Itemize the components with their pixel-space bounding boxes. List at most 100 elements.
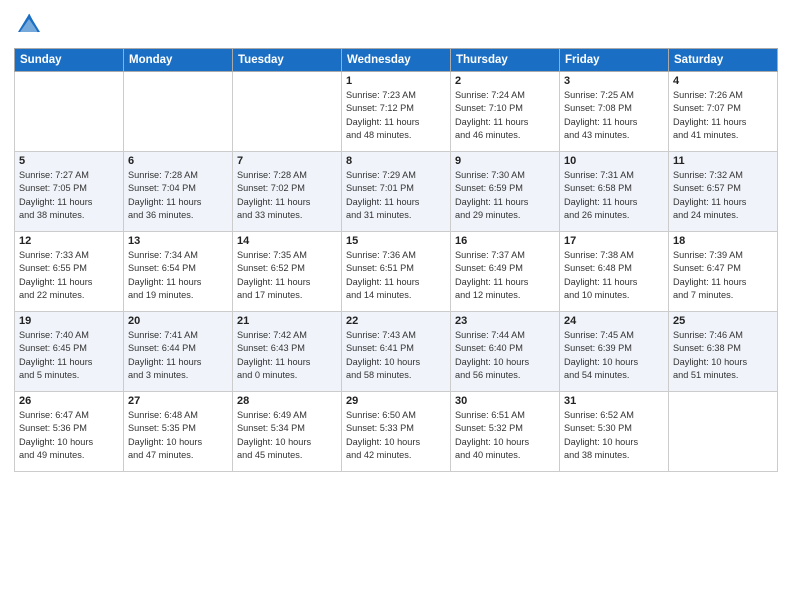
calendar-cell: 25 Sunrise: 7:46 AM Sunset: 6:38 PM Dayli… bbox=[669, 312, 778, 392]
header bbox=[14, 10, 778, 40]
day-number: 8 bbox=[346, 155, 446, 167]
calendar-cell: 2 Sunrise: 7:24 AM Sunset: 7:10 PM Daylig… bbox=[451, 72, 560, 152]
day-info: Sunrise: 6:50 AM Sunset: 5:33 PM Dayligh… bbox=[346, 409, 446, 462]
calendar-cell: 3Sunrise: 7:25 AM Sunset: 7:08 PM Daylig… bbox=[560, 72, 669, 152]
calendar-cell: 18Sunrise: 7:39 AM Sunset: 6:47 PM Dayli… bbox=[669, 232, 778, 312]
calendar-cell: 13 Sunrise: 7:34 AM Sunset: 6:54 PM Dayli… bbox=[124, 232, 233, 312]
calendar-cell: 28 Sunrise: 6:49 AM Sunset: 5:34 PM Dayli… bbox=[233, 392, 342, 472]
calendar-cell: 21 Sunrise: 7:42 AM Sunset: 6:43 PM Dayli… bbox=[233, 312, 342, 392]
calendar-cell: 30 Sunrise: 6:51 AM Sunset: 5:32 PM Dayli… bbox=[451, 392, 560, 472]
day-info: Sunrise: 6:47 AM Sunset: 5:36 PM Dayligh… bbox=[19, 409, 119, 462]
day-info: Sunrise: 7:35 AM Sunset: 6:52 PM Dayligh… bbox=[237, 249, 337, 302]
calendar-cell: 6Sunrise: 7:28 AM Sunset: 7:04 PM Daylig… bbox=[124, 152, 233, 232]
day-number: 13 bbox=[128, 235, 228, 247]
calendar-cell: 5 Sunrise: 7:27 AM Sunset: 7:05 PM Daylig… bbox=[15, 152, 124, 232]
weekday-header-thursday: Thursday bbox=[451, 49, 560, 72]
day-number: 1 bbox=[346, 75, 446, 87]
day-number: 24 bbox=[564, 315, 664, 327]
calendar-cell: 15 Sunrise: 7:36 AM Sunset: 6:51 PM Dayli… bbox=[342, 232, 451, 312]
day-info: Sunrise: 7:45 AM Sunset: 6:39 PM Dayligh… bbox=[564, 329, 664, 382]
day-info: Sunrise: 7:42 AM Sunset: 6:43 PM Dayligh… bbox=[237, 329, 337, 382]
day-number: 23 bbox=[455, 315, 555, 327]
calendar-cell bbox=[124, 72, 233, 152]
day-number: 31 bbox=[564, 395, 664, 407]
day-info: Sunrise: 7:33 AM Sunset: 6:55 PM Dayligh… bbox=[19, 249, 119, 302]
day-info: Sunrise: 6:51 AM Sunset: 5:32 PM Dayligh… bbox=[455, 409, 555, 462]
day-number: 29 bbox=[346, 395, 446, 407]
calendar-cell: 27Sunrise: 6:48 AM Sunset: 5:35 PM Dayli… bbox=[124, 392, 233, 472]
day-info: Sunrise: 6:52 AM Sunset: 5:30 PM Dayligh… bbox=[564, 409, 664, 462]
day-number: 5 bbox=[19, 155, 119, 167]
day-info: Sunrise: 7:46 AM Sunset: 6:38 PM Dayligh… bbox=[673, 329, 773, 382]
day-number: 3 bbox=[564, 75, 664, 87]
day-number: 15 bbox=[346, 235, 446, 247]
day-number: 21 bbox=[237, 315, 337, 327]
page: SundayMondayTuesdayWednesdayThursdayFrid… bbox=[0, 0, 792, 612]
weekday-header-monday: Monday bbox=[124, 49, 233, 72]
calendar-cell: 4 Sunrise: 7:26 AM Sunset: 7:07 PM Daylig… bbox=[669, 72, 778, 152]
calendar-cell: 26 Sunrise: 6:47 AM Sunset: 5:36 PM Dayli… bbox=[15, 392, 124, 472]
calendar-cell: 20Sunrise: 7:41 AM Sunset: 6:44 PM Dayli… bbox=[124, 312, 233, 392]
calendar-cell: 17 Sunrise: 7:38 AM Sunset: 6:48 PM Dayli… bbox=[560, 232, 669, 312]
day-number: 10 bbox=[564, 155, 664, 167]
calendar-cell bbox=[233, 72, 342, 152]
day-number: 26 bbox=[19, 395, 119, 407]
calendar-cell: 8 Sunrise: 7:29 AM Sunset: 7:01 PM Daylig… bbox=[342, 152, 451, 232]
day-number: 28 bbox=[237, 395, 337, 407]
calendar-week-row: 5 Sunrise: 7:27 AM Sunset: 7:05 PM Daylig… bbox=[15, 152, 778, 232]
calendar-cell: 24 Sunrise: 7:45 AM Sunset: 6:39 PM Dayli… bbox=[560, 312, 669, 392]
logo bbox=[14, 10, 48, 40]
day-info: Sunrise: 7:28 AM Sunset: 7:02 PM Dayligh… bbox=[237, 169, 337, 222]
calendar-cell bbox=[669, 392, 778, 472]
day-info: Sunrise: 7:34 AM Sunset: 6:54 PM Dayligh… bbox=[128, 249, 228, 302]
day-number: 7 bbox=[237, 155, 337, 167]
day-info: Sunrise: 6:49 AM Sunset: 5:34 PM Dayligh… bbox=[237, 409, 337, 462]
weekday-header-row: SundayMondayTuesdayWednesdayThursdayFrid… bbox=[15, 49, 778, 72]
day-info: Sunrise: 7:41 AM Sunset: 6:44 PM Dayligh… bbox=[128, 329, 228, 382]
calendar-cell: 16 Sunrise: 7:37 AM Sunset: 6:49 PM Dayli… bbox=[451, 232, 560, 312]
day-info: Sunrise: 7:30 AM Sunset: 6:59 PM Dayligh… bbox=[455, 169, 555, 222]
calendar-cell: 19 Sunrise: 7:40 AM Sunset: 6:45 PM Dayli… bbox=[15, 312, 124, 392]
day-number: 11 bbox=[673, 155, 773, 167]
day-info: Sunrise: 6:48 AM Sunset: 5:35 PM Dayligh… bbox=[128, 409, 228, 462]
day-number: 12 bbox=[19, 235, 119, 247]
day-number: 9 bbox=[455, 155, 555, 167]
calendar-cell: 23Sunrise: 7:44 AM Sunset: 6:40 PM Dayli… bbox=[451, 312, 560, 392]
day-number: 14 bbox=[237, 235, 337, 247]
calendar-cell: 29 Sunrise: 6:50 AM Sunset: 5:33 PM Dayli… bbox=[342, 392, 451, 472]
calendar-cell: 14 Sunrise: 7:35 AM Sunset: 6:52 PM Dayli… bbox=[233, 232, 342, 312]
day-info: Sunrise: 7:39 AM Sunset: 6:47 PM Dayligh… bbox=[673, 249, 773, 302]
day-info: Sunrise: 7:32 AM Sunset: 6:57 PM Dayligh… bbox=[673, 169, 773, 222]
day-info: Sunrise: 7:38 AM Sunset: 6:48 PM Dayligh… bbox=[564, 249, 664, 302]
day-number: 17 bbox=[564, 235, 664, 247]
weekday-header-tuesday: Tuesday bbox=[233, 49, 342, 72]
calendar-cell: 11 Sunrise: 7:32 AM Sunset: 6:57 PM Dayli… bbox=[669, 152, 778, 232]
weekday-header-friday: Friday bbox=[560, 49, 669, 72]
calendar-cell: 22 Sunrise: 7:43 AM Sunset: 6:41 PM Dayli… bbox=[342, 312, 451, 392]
calendar-cell: 1 Sunrise: 7:23 AM Sunset: 7:12 PM Daylig… bbox=[342, 72, 451, 152]
day-info: Sunrise: 7:27 AM Sunset: 7:05 PM Dayligh… bbox=[19, 169, 119, 222]
day-number: 30 bbox=[455, 395, 555, 407]
calendar-cell: 31 Sunrise: 6:52 AM Sunset: 5:30 PM Dayli… bbox=[560, 392, 669, 472]
day-number: 19 bbox=[19, 315, 119, 327]
calendar-cell: 10Sunrise: 7:31 AM Sunset: 6:58 PM Dayli… bbox=[560, 152, 669, 232]
day-number: 22 bbox=[346, 315, 446, 327]
weekday-header-sunday: Sunday bbox=[15, 49, 124, 72]
day-info: Sunrise: 7:40 AM Sunset: 6:45 PM Dayligh… bbox=[19, 329, 119, 382]
day-number: 16 bbox=[455, 235, 555, 247]
day-info: Sunrise: 7:36 AM Sunset: 6:51 PM Dayligh… bbox=[346, 249, 446, 302]
day-info: Sunrise: 7:37 AM Sunset: 6:49 PM Dayligh… bbox=[455, 249, 555, 302]
day-info: Sunrise: 7:24 AM Sunset: 7:10 PM Dayligh… bbox=[455, 89, 555, 142]
day-info: Sunrise: 7:26 AM Sunset: 7:07 PM Dayligh… bbox=[673, 89, 773, 142]
day-info: Sunrise: 7:23 AM Sunset: 7:12 PM Dayligh… bbox=[346, 89, 446, 142]
weekday-header-wednesday: Wednesday bbox=[342, 49, 451, 72]
day-number: 6 bbox=[128, 155, 228, 167]
calendar-table: SundayMondayTuesdayWednesdayThursdayFrid… bbox=[14, 48, 778, 472]
day-info: Sunrise: 7:29 AM Sunset: 7:01 PM Dayligh… bbox=[346, 169, 446, 222]
calendar-cell: 9 Sunrise: 7:30 AM Sunset: 6:59 PM Daylig… bbox=[451, 152, 560, 232]
calendar-cell: 12 Sunrise: 7:33 AM Sunset: 6:55 PM Dayli… bbox=[15, 232, 124, 312]
day-number: 25 bbox=[673, 315, 773, 327]
day-info: Sunrise: 7:43 AM Sunset: 6:41 PM Dayligh… bbox=[346, 329, 446, 382]
day-number: 4 bbox=[673, 75, 773, 87]
day-number: 2 bbox=[455, 75, 555, 87]
